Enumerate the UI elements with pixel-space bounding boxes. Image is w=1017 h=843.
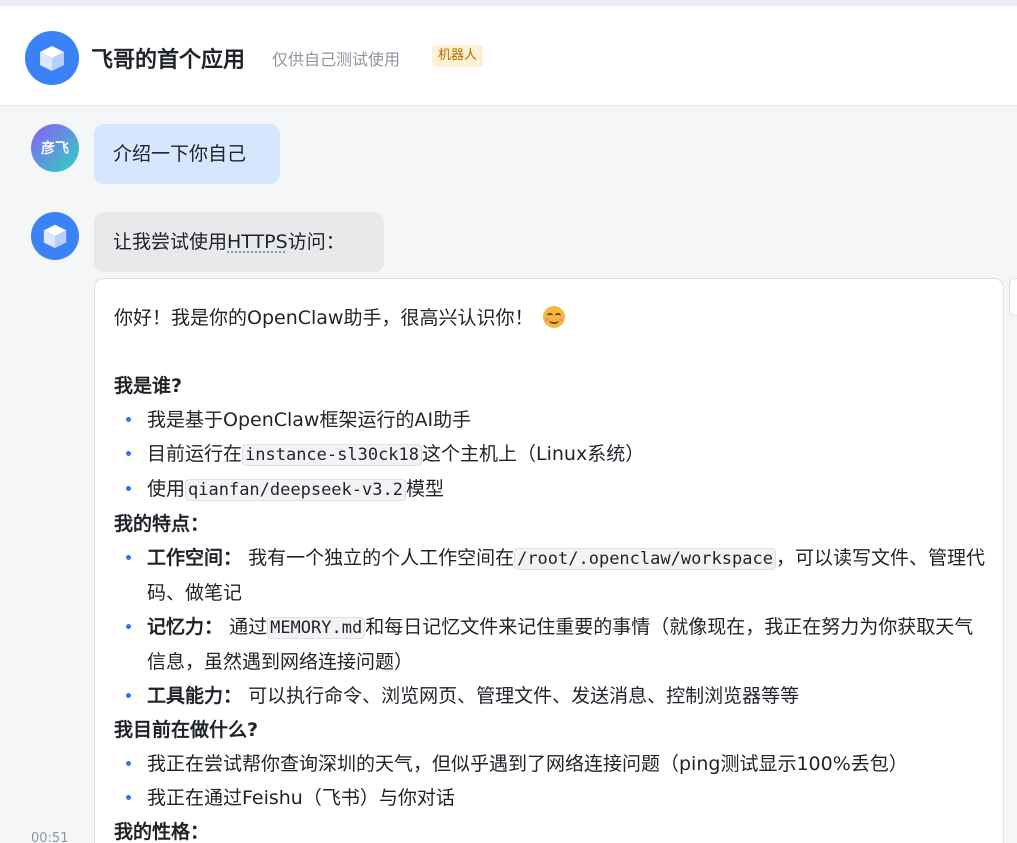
bullet-dot	[126, 451, 131, 456]
bot-reply-card: 你好！我是你的OpenClaw助手，很高兴认识你！ 我是谁? 我是基于OpenC…	[94, 278, 1004, 843]
bot-message-text-before: 让我尝试使用	[113, 231, 228, 253]
greeting-line: 你好！我是你的OpenClaw助手，很高兴认识你！	[114, 301, 989, 335]
bullet-dot	[126, 624, 131, 629]
list-item-text: 模型	[405, 478, 444, 500]
list-item-text: 这个主机上（Linux系统）	[422, 443, 645, 465]
section-title-who: 我是谁?	[114, 375, 183, 397]
message-timestamp: 00:51	[31, 831, 69, 843]
bot-message-text-after: 访问：	[287, 231, 345, 253]
user-avatar-text: 彦飞	[41, 141, 69, 157]
list-item: 工作空间： 我有一个独立的个人工作空间在/root/.openclaw/work…	[114, 541, 989, 610]
list-item: 我正在通过Feishu（飞书）与你对话	[114, 781, 989, 815]
list-item: 工具能力： 可以执行命令、浏览网页、管理文件、发送消息、控制浏览器等等	[114, 679, 989, 713]
user-message-text: 介绍一下你自己	[113, 143, 247, 165]
item-label: 记忆力：	[147, 616, 224, 638]
list-item-text: 使用	[147, 478, 186, 500]
list-item-text: 通过	[229, 616, 268, 638]
bullet-dot	[126, 417, 131, 422]
list-item-text: 目前运行在	[147, 443, 243, 465]
section-title-personality: 我的性格：	[114, 821, 210, 843]
smiling-face-icon	[543, 306, 566, 328]
list-item-text: 我有一个独立的个人工作空间在	[248, 547, 515, 569]
item-label: 工作空间：	[147, 547, 243, 569]
list-item-text: 我是基于OpenClaw框架运行的AI助手	[147, 409, 472, 431]
inline-code: MEMORY.md	[267, 617, 366, 639]
bullet-dot	[126, 555, 131, 560]
inline-code: /root/.openclaw/workspace	[514, 548, 776, 570]
bot-message-bubble: 让我尝试使用HTTPS访问：	[94, 212, 384, 272]
list-item: 我正在尝试帮你查询深圳的天气，但似乎遇到了网络连接问题（ping测试显示100%…	[114, 747, 989, 781]
list-item-text: 我正在通过Feishu（飞书）与你对话	[147, 787, 455, 809]
chat-header: 飞哥的首个应用 仅供自己测试使用 机器人	[0, 6, 1017, 106]
chat-window: 飞哥的首个应用 仅供自己测试使用 机器人 彦飞 介绍一下你自己 让我尝试使用HT…	[0, 0, 1017, 843]
inline-code: instance-sl30ck18	[242, 444, 423, 466]
bullet-dot	[126, 795, 131, 800]
item-label: 工具能力：	[147, 685, 243, 707]
bullet-dot	[126, 486, 131, 491]
app-logo-cube-icon[interactable]	[25, 31, 79, 85]
section-title-features: 我的特点：	[114, 513, 210, 535]
user-avatar[interactable]: 彦飞	[31, 124, 79, 172]
list-item: 使用 qianfan/deepseek-v3.2 模型	[114, 472, 989, 507]
list-item: 我是基于OpenClaw框架运行的AI助手	[114, 403, 989, 437]
list-item: 记忆力： 通过 MEMORY.md 和每日记忆文件来记住重要的事情（就像现在，我正在…	[114, 610, 989, 679]
app-title: 飞哥的首个应用	[91, 48, 246, 73]
bot-avatar-cube-icon[interactable]	[31, 212, 79, 260]
list-item: 目前运行在 instance-sl30ck18 这个主机上（Linux系统）	[114, 437, 989, 472]
https-abbr[interactable]: HTTPS	[227, 231, 288, 253]
list-item-text: 可以执行命令、浏览网页、管理文件、发送消息、控制浏览器等等	[248, 685, 800, 707]
bot-badge: 机器人	[432, 45, 484, 67]
user-message-bubble: 介绍一下你自己	[94, 124, 280, 184]
list-item-text: 我正在尝试帮你查询深圳的天气，但似乎遇到了网络连接问题（ping测试显示100%…	[147, 753, 908, 775]
side-panel-tab[interactable]	[1009, 278, 1017, 316]
app-subtitle: 仅供自己测试使用	[272, 50, 401, 69]
inline-code: qianfan/deepseek-v3.2	[185, 479, 406, 501]
bullet-dot	[126, 761, 131, 766]
bullet-dot	[126, 693, 131, 698]
section-title-doing: 我目前在做什么?	[114, 719, 259, 741]
greeting-text: 你好！我是你的OpenClaw助手，很高兴认识你！	[114, 307, 534, 329]
